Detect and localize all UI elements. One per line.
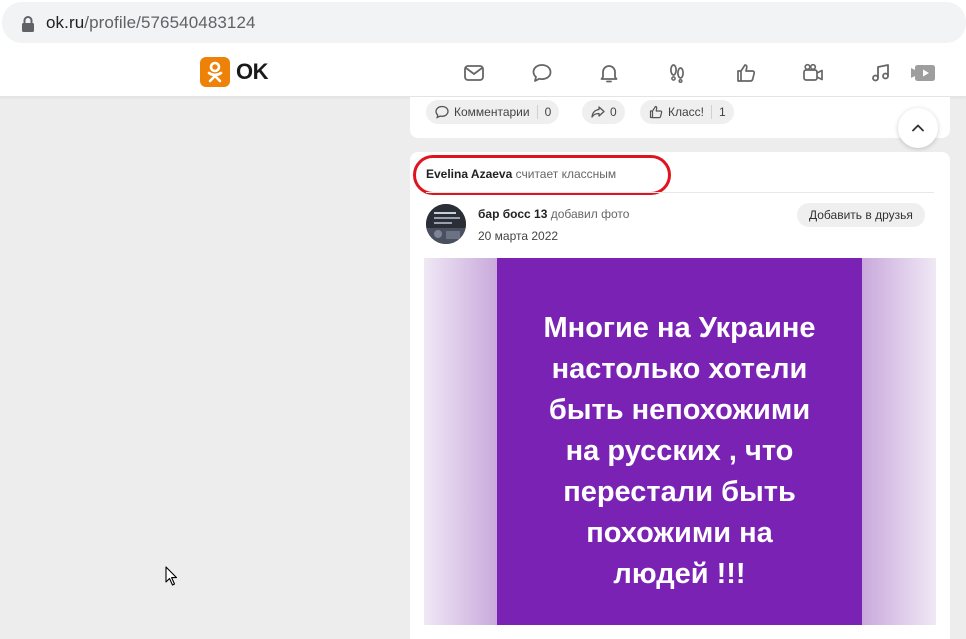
previous-post-card: Комментарии 0 0 Класс! 1 <box>410 97 950 138</box>
like-button[interactable]: Класс! 1 <box>640 100 734 124</box>
photo-glow-right <box>862 258 936 625</box>
video-play-icon[interactable] <box>909 60 937 86</box>
url-field[interactable]: ok.ru/profile/576540483124 <box>2 2 966 43</box>
post-author-line: бар босс 13 добавил фото <box>478 207 629 221</box>
photo-caption-text: Многие на Украине настолько хотели быть … <box>543 312 816 590</box>
red-highlight-ellipse <box>413 155 671 195</box>
share-button[interactable]: 0 <box>582 100 625 124</box>
share-arrow-icon <box>591 106 605 118</box>
site-header: OK <box>0 47 966 97</box>
mouse-cursor-icon <box>165 566 178 586</box>
url-text: ok.ru/profile/576540483124 <box>46 13 256 33</box>
url-path: /profile/576540483124 <box>84 13 256 32</box>
thumbs-up-icon <box>649 105 663 119</box>
add-friend-button[interactable]: Добавить в друзья <box>797 203 925 227</box>
music-note-icon[interactable] <box>868 60 894 86</box>
avatar[interactable] <box>426 204 466 244</box>
comments-button[interactable]: Комментарии 0 <box>426 100 560 124</box>
url-host: ok.ru <box>46 13 85 32</box>
post-photo[interactable]: Многие на Украине настолько хотели быть … <box>424 258 936 625</box>
chevron-up-icon <box>912 124 924 132</box>
footprints-icon[interactable] <box>664 60 690 86</box>
ok-wordmark[interactable]: OK <box>236 59 269 85</box>
like-count: 1 <box>719 105 726 119</box>
lock-icon <box>22 16 34 32</box>
author-action-text: добавил фото <box>550 207 630 221</box>
feed-post-card: Evelina Azaeva считает классным бар босс… <box>410 152 950 639</box>
photo-glow-left <box>424 258 497 625</box>
chat-icon[interactable] <box>529 60 555 86</box>
scroll-to-top-button[interactable] <box>898 108 938 148</box>
like-label: Класс! <box>668 105 704 119</box>
comments-label: Комментарии <box>454 105 530 119</box>
comment-icon <box>435 105 449 119</box>
photo-purple-panel: Многие на Украине настолько хотели быть … <box>497 258 862 625</box>
mail-icon[interactable] <box>461 60 487 86</box>
post-date[interactable]: 20 марта 2022 <box>478 229 558 243</box>
comments-count: 0 <box>544 105 552 119</box>
bell-icon[interactable] <box>596 60 622 86</box>
divider <box>426 192 934 193</box>
thumbs-up-icon[interactable] <box>733 60 759 86</box>
author-name-link[interactable]: бар босс 13 <box>478 207 547 221</box>
browser-address-bar: ok.ru/profile/576540483124 <box>0 0 966 47</box>
ok-logo-icon[interactable] <box>200 57 230 87</box>
video-camera-icon[interactable] <box>800 60 826 86</box>
shares-count: 0 <box>610 105 617 119</box>
